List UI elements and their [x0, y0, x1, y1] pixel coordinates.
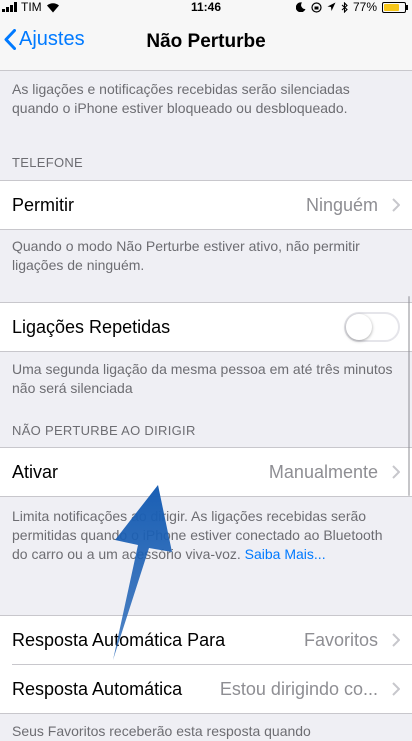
cell-ativar-label: Ativar: [12, 461, 59, 482]
saiba-mais-link[interactable]: Saiba Mais...: [245, 546, 326, 562]
permitir-footer: Quando o modo Não Perturbe estiver ativo…: [12, 238, 360, 273]
chevron-right-icon: [392, 465, 400, 479]
location-icon: [327, 2, 336, 11]
page-title: Não Perturbe: [146, 31, 266, 52]
group-resposta-automatica: Resposta Automática Para Favoritos Respo…: [0, 615, 412, 714]
cell-permitir-label: Permitir: [12, 194, 74, 215]
resposta-footer: Seus Favoritos receberão esta resposta q…: [12, 723, 311, 739]
cell-resposta-auto-label: Resposta Automática: [12, 678, 183, 699]
chevron-right-icon: [392, 198, 400, 212]
chevron-right-icon: [392, 682, 400, 696]
intro-footer: As ligações e notificações recebidas ser…: [12, 81, 350, 116]
orientation-lock-icon: [311, 1, 322, 13]
navigation-bar: Ajustes Não Perturbe: [0, 14, 412, 71]
section-header-dirigir: NÃO PERTURBE AO DIRIGIR: [12, 423, 196, 438]
cell-permitir-value: Ninguém: [305, 195, 378, 215]
cell-permitir[interactable]: Permitir Ninguém: [0, 181, 412, 229]
chevron-right-icon: [392, 633, 400, 647]
toggle-knob: [346, 314, 372, 340]
dirigir-footer: Limita notificações ao dirigir. As ligaç…: [0, 507, 412, 564]
repetidas-footer: Uma segunda ligação da mesma pessoa em a…: [12, 361, 393, 396]
status-right: 77%: [295, 0, 408, 14]
cell-ligacoes-repetidas: Ligações Repetidas: [0, 303, 412, 351]
battery-percent: 77%: [352, 0, 377, 14]
battery-icon: [382, 1, 408, 13]
cell-resposta-para-label: Resposta Automática Para: [12, 629, 226, 650]
cell-ativar-value: Manualmente: [268, 462, 378, 482]
group-permitir: Permitir Ninguém: [0, 180, 412, 230]
scroll-indicator: [408, 296, 410, 496]
section-header-telefone: TELEFONE: [12, 155, 84, 170]
cell-ligacoes-repetidas-label: Ligações Repetidas: [12, 316, 171, 337]
bluetooth-icon: [341, 1, 348, 13]
group-ativar: Ativar Manualmente: [0, 447, 412, 497]
moon-icon: [295, 2, 306, 12]
dirigir-footer-text: Limita notificações ao dirigir. As ligaç…: [12, 508, 383, 562]
cell-resposta-auto-value: Estou dirigindo co...: [219, 679, 378, 699]
cell-ativar[interactable]: Ativar Manualmente: [0, 448, 412, 496]
cell-resposta-automatica-para[interactable]: Resposta Automática Para Favoritos: [0, 616, 412, 664]
cell-resposta-para-value: Favoritos: [303, 630, 378, 650]
status-bar: TIM 11:46 77%: [0, 0, 412, 14]
ligacoes-repetidas-toggle[interactable]: [344, 312, 400, 342]
group-ligacoes-repetidas: Ligações Repetidas: [0, 302, 412, 352]
cell-resposta-automatica[interactable]: Resposta Automática Estou dirigindo co..…: [0, 665, 412, 713]
